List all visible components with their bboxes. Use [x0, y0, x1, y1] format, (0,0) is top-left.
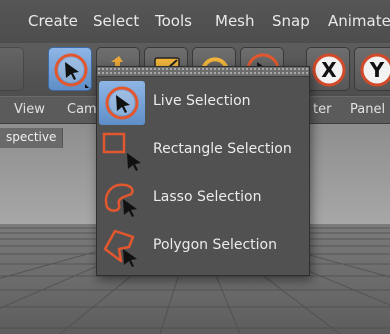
y-axis-icon: Y [360, 53, 390, 87]
rectangle-selection-icon [102, 132, 141, 171]
y-axis-label: Y [369, 58, 385, 82]
popup-item-label: Polygon Selection [153, 237, 277, 253]
menu-bar: Create Select Tools Mesh Snap Animate [0, 0, 390, 43]
polygon-selection-icon [103, 229, 137, 267]
popup-icon-frame [99, 129, 145, 173]
live-selection-icon [105, 86, 139, 120]
live-selection-icon [54, 53, 89, 88]
popup-item-live-selection[interactable]: Live Selection [97, 79, 309, 127]
lasso-selection-icon [104, 183, 137, 217]
popup-item-label: Rectangle Selection [153, 141, 292, 157]
live-selection-tool-button[interactable] [48, 47, 92, 91]
viewport-menu-filter[interactable]: ter [313, 102, 331, 117]
x-axis-icon: X [312, 53, 346, 87]
popup-item-rectangle-selection[interactable]: Rectangle Selection [97, 127, 309, 175]
y-axis-lock-button[interactable]: Y [354, 47, 390, 91]
selection-tools-popup: Live Selection Rectangle Selection Lasso… [96, 66, 310, 276]
viewport-camera-label: spective [0, 128, 64, 148]
menu-tools[interactable]: Tools [155, 12, 192, 30]
popup-item-label: Live Selection [153, 93, 251, 109]
menu-select[interactable]: Select [93, 12, 139, 30]
popup-icon-frame [99, 225, 145, 269]
menu-snap[interactable]: Snap [272, 12, 310, 30]
popup-tearoff-handle[interactable] [97, 67, 309, 77]
x-axis-label: X [321, 58, 337, 82]
viewport-menu-view[interactable]: View [14, 102, 45, 117]
popup-item-lasso-selection[interactable]: Lasso Selection [97, 175, 309, 223]
x-axis-lock-button[interactable]: X [306, 47, 350, 91]
undo-button[interactable] [0, 47, 24, 91]
popup-item-polygon-selection[interactable]: Polygon Selection [97, 223, 309, 271]
viewport-menu-panel[interactable]: Panel [350, 102, 385, 117]
menu-mesh[interactable]: Mesh [215, 12, 255, 30]
popup-item-label: Lasso Selection [153, 189, 262, 205]
menu-create[interactable]: Create [28, 12, 78, 30]
menu-animate[interactable]: Animate [328, 12, 390, 30]
popup-icon-frame [99, 81, 145, 125]
popup-icon-frame [99, 177, 145, 221]
viewport-menu-cameras[interactable]: Cam [67, 102, 97, 117]
